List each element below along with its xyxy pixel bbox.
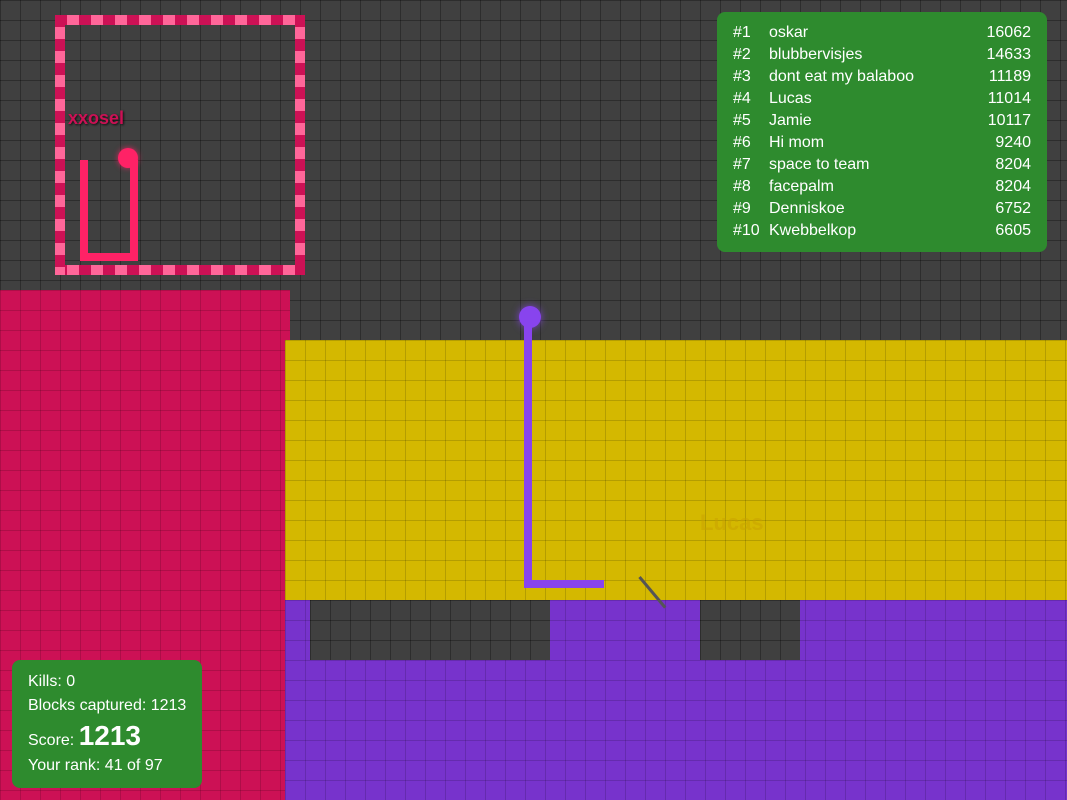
player-label-xxosel: xxosel [68, 108, 124, 129]
lb-rank-1: #1 [733, 24, 769, 42]
leaderboard-row-5: #5 Jamie 10117 [733, 110, 1031, 132]
lb-name-4: Lucas [769, 90, 971, 108]
lb-name-6: Hi mom [769, 134, 971, 152]
leaderboard-row-10: #10 Kwebbelkop 6605 [733, 220, 1031, 242]
stats-kills: Kills: 0 [28, 670, 186, 694]
lb-name-8: facepalm [769, 178, 971, 196]
lb-name-1: oskar [769, 24, 971, 42]
lb-rank-6: #6 [733, 134, 769, 152]
lb-rank-5: #5 [733, 112, 769, 130]
lb-rank-2: #2 [733, 46, 769, 64]
lb-score-2: 14633 [971, 46, 1031, 64]
lb-score-9: 6752 [971, 200, 1031, 218]
red-border-left [55, 15, 65, 275]
gap-yellow-2 [700, 600, 800, 660]
trail-red-h1 [80, 253, 138, 261]
leaderboard-panel: #1 oskar 16062 #2 blubbervisjes 14633 #3… [717, 12, 1047, 252]
lb-score-6: 9240 [971, 134, 1031, 152]
lb-rank-4: #4 [733, 90, 769, 108]
lb-name-2: blubbervisjes [769, 46, 971, 64]
lb-name-9: Denniskoe [769, 200, 971, 218]
leaderboard-row-8: #8 facepalm 8204 [733, 176, 1031, 198]
lb-name-3: dont eat my balaboo [769, 68, 971, 86]
stats-rank: Your rank: 41 of 97 [28, 754, 186, 778]
stats-score-row: Score: 1213 [28, 718, 186, 754]
leaderboard-row-9: #9 Denniskoe 6752 [733, 198, 1031, 220]
stats-score-label: Score: [28, 732, 74, 749]
lb-rank-7: #7 [733, 156, 769, 174]
yellow-player-watermark: Lucas [700, 510, 764, 536]
trail-purple-horizontal [524, 580, 604, 588]
lb-rank-10: #10 [733, 222, 769, 240]
lb-score-3: 11189 [971, 68, 1031, 86]
lb-score-8: 8204 [971, 178, 1031, 196]
red-border-right [295, 15, 305, 275]
leaderboard-row-3: #3 dont eat my balaboo 11189 [733, 66, 1031, 88]
lb-score-1: 16062 [971, 24, 1031, 42]
lb-name-7: space to team [769, 156, 971, 174]
stats-panel: Kills: 0 Blocks captured: 1213 Score: 12… [12, 660, 202, 788]
leaderboard-row-6: #6 Hi mom 9240 [733, 132, 1031, 154]
lb-score-7: 8204 [971, 156, 1031, 174]
stats-score-value: 1213 [79, 720, 141, 751]
lb-score-5: 10117 [971, 112, 1031, 130]
red-border-bottom [55, 265, 305, 275]
lb-name-10: Kwebbelkop [769, 222, 971, 240]
leaderboard-row-2: #2 blubbervisjes 14633 [733, 44, 1031, 66]
lb-score-10: 6605 [971, 222, 1031, 240]
leaderboard-row-7: #7 space to team 8204 [733, 154, 1031, 176]
lb-rank-9: #9 [733, 200, 769, 218]
lb-rank-3: #3 [733, 68, 769, 86]
territory-yellow-main [285, 340, 1067, 600]
trail-purple-vertical [524, 316, 532, 586]
leaderboard-row-1: #1 oskar 16062 [733, 22, 1031, 44]
trail-red-v2 [80, 160, 88, 260]
gap-yellow-1 [310, 600, 550, 660]
lb-name-5: Jamie [769, 112, 971, 130]
stats-blocks: Blocks captured: 1213 [28, 694, 186, 718]
lb-rank-8: #8 [733, 178, 769, 196]
leaderboard-row-4: #4 Lucas 11014 [733, 88, 1031, 110]
red-border-top [55, 15, 305, 25]
lb-score-4: 11014 [971, 90, 1031, 108]
trail-red-v1 [130, 160, 138, 260]
